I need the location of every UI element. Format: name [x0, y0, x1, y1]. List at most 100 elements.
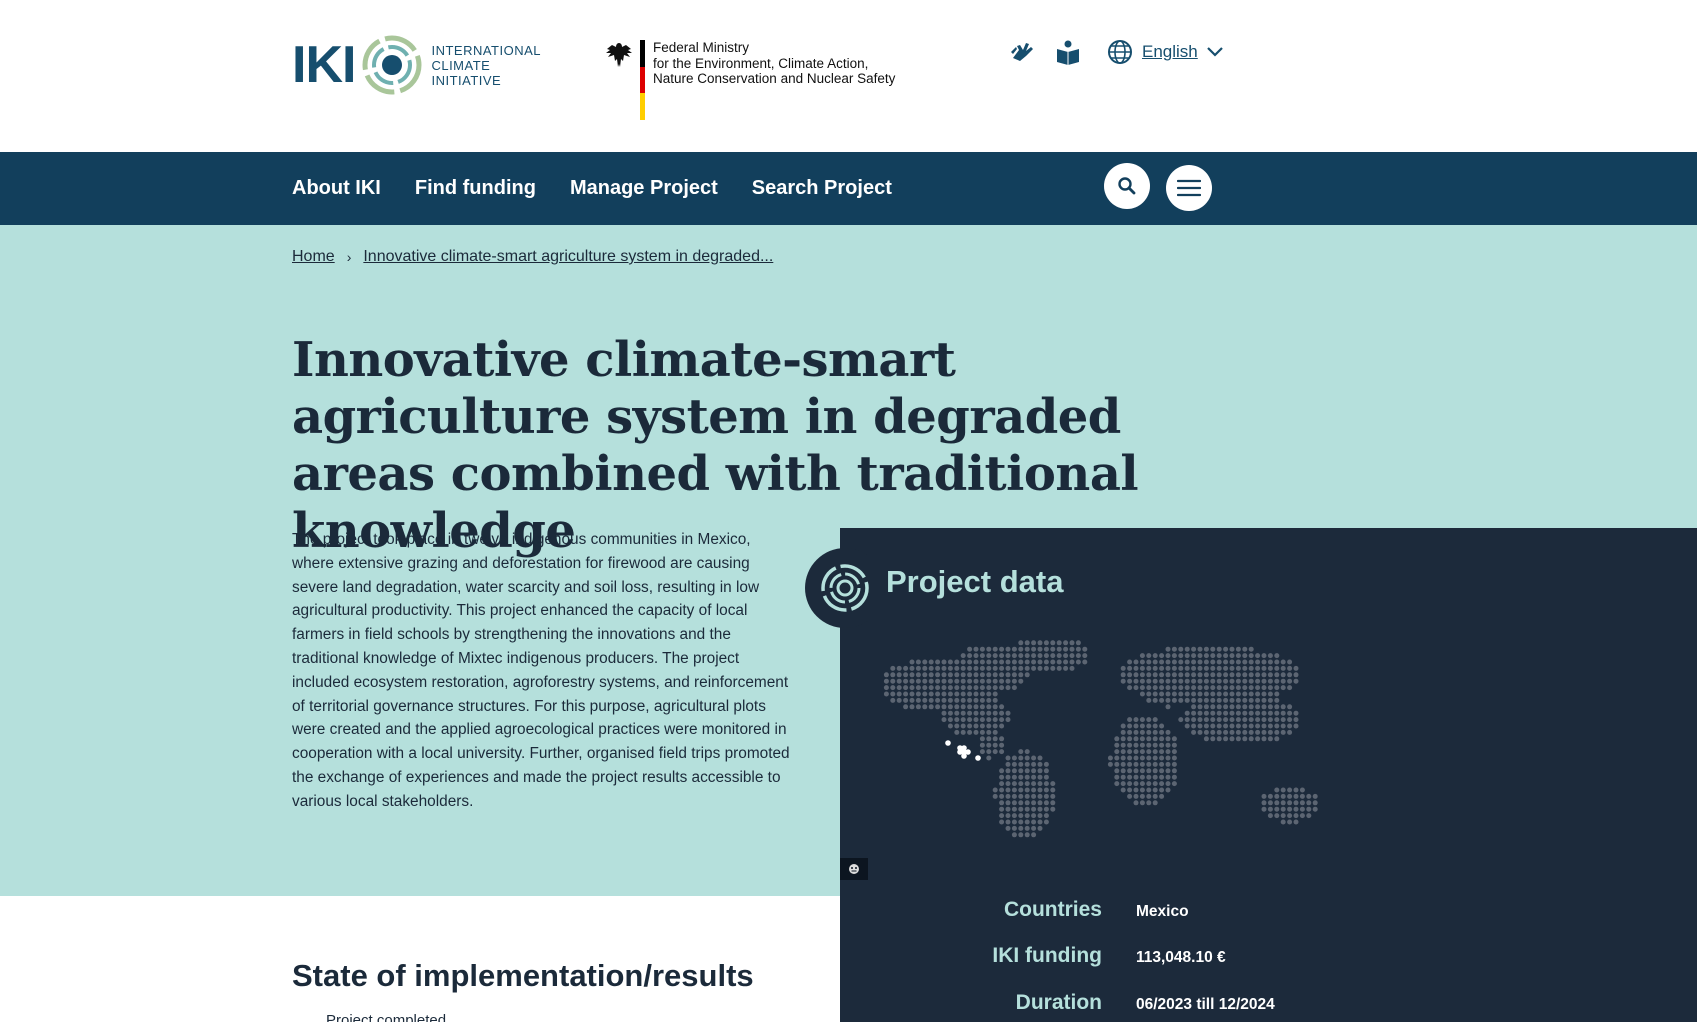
map-dot [1287, 672, 1293, 678]
map-dot [890, 697, 896, 703]
map-dot [986, 685, 992, 691]
map-dot [1287, 710, 1293, 716]
map-dot [1133, 729, 1139, 735]
map-dot [973, 697, 979, 703]
map-dot [1005, 672, 1011, 678]
map-dot [1120, 723, 1126, 729]
map-dot [928, 678, 934, 684]
map-dot [1203, 646, 1209, 652]
map-dot [1293, 819, 1299, 825]
easy-language-icon[interactable] [1054, 38, 1082, 66]
map-dot [947, 672, 953, 678]
map-dot [1120, 736, 1126, 742]
nav-item-about-iki[interactable]: About IKI [292, 177, 381, 200]
map-dot [979, 665, 985, 671]
map-dot [1069, 653, 1075, 659]
breadcrumb-home-link[interactable]: Home [292, 248, 335, 266]
map-dot [1223, 697, 1229, 703]
map-dot [1242, 704, 1248, 710]
map-dot [1011, 781, 1017, 787]
map-dot [1242, 672, 1248, 678]
map-dot [941, 691, 947, 697]
map-dot [1229, 697, 1235, 703]
map-dot [1235, 729, 1241, 735]
map-dot [1050, 646, 1056, 652]
iki-logo[interactable]: IKI INTERNATIONAL CLIMATE INITIATIVE [292, 34, 541, 96]
nav-item-search-project[interactable]: Search Project [752, 177, 892, 200]
map-dot [922, 678, 928, 684]
map-dot [1255, 659, 1261, 665]
map-dot [1242, 736, 1248, 742]
breadcrumb-current-link[interactable]: Innovative climate-smart agriculture sys… [363, 248, 773, 266]
map-dot [1031, 787, 1037, 793]
map-dot [1191, 646, 1197, 652]
map-dot [1280, 723, 1286, 729]
map-dot [1024, 646, 1030, 652]
map-dot [1210, 729, 1216, 735]
map-dot [947, 659, 953, 665]
map-dot [1127, 665, 1133, 671]
map-dot [1165, 704, 1171, 710]
map-dot [1165, 742, 1171, 748]
map-dot [1069, 646, 1075, 652]
map-dot [1159, 781, 1165, 787]
map-dot [954, 704, 960, 710]
ministry-logo[interactable]: Federal Ministry for the Environment, Cl… [604, 40, 895, 121]
map-dot [1146, 800, 1152, 806]
map-dot [1261, 659, 1267, 665]
map-dot [909, 672, 915, 678]
map-dot [1293, 800, 1299, 806]
map-dot [1216, 710, 1222, 716]
map-dot [999, 813, 1005, 819]
map-dot [1223, 736, 1229, 742]
map-dot [1011, 819, 1017, 825]
language-selector[interactable]: English [1106, 38, 1224, 66]
map-dot [979, 685, 985, 691]
menu-button[interactable] [1166, 165, 1212, 211]
map-dot [1248, 717, 1254, 723]
map-dot [1005, 793, 1011, 799]
map-dot [1203, 697, 1209, 703]
map-dot [1011, 832, 1017, 838]
search-button[interactable] [1104, 163, 1150, 209]
map-dot [1043, 813, 1049, 819]
map-dot [1024, 793, 1030, 799]
map-visibility-toggle[interactable] [840, 858, 868, 880]
map-dot [954, 697, 960, 703]
map-dot [1018, 653, 1024, 659]
nav-item-manage-project[interactable]: Manage Project [570, 177, 718, 200]
map-dot [1261, 678, 1267, 684]
map-dot [947, 691, 953, 697]
results-status: Project completed [326, 1012, 447, 1022]
map-dot [1197, 678, 1203, 684]
map-dot [903, 665, 909, 671]
map-dot [1274, 697, 1280, 703]
map-dot [1306, 793, 1312, 799]
map-dot [992, 659, 998, 665]
map-dot [1133, 755, 1139, 761]
project-data-row-funding: IKI funding 113,048.10 € [840, 944, 1697, 968]
map-dot [1114, 736, 1120, 742]
map-dot [922, 672, 928, 678]
map-dot [1024, 665, 1030, 671]
map-dot [1223, 659, 1229, 665]
map-dot [1235, 678, 1241, 684]
map-dot [1165, 749, 1171, 755]
map-dot [960, 717, 966, 723]
map-dot [1216, 729, 1222, 735]
map-dot [922, 659, 928, 665]
map-dot [1037, 800, 1043, 806]
map-dot [1024, 781, 1030, 787]
map-dot [1043, 774, 1049, 780]
nav-item-find-funding[interactable]: Find funding [415, 177, 536, 200]
map-dot [1133, 793, 1139, 799]
map-dot [1031, 781, 1037, 787]
duration-label: Duration [1015, 991, 1102, 1014]
map-dot [1229, 704, 1235, 710]
sign-language-icon[interactable] [1008, 38, 1036, 66]
map-dot [1267, 704, 1273, 710]
map-dot [1165, 653, 1171, 659]
map-dot [1146, 717, 1152, 723]
map-dot [954, 729, 960, 735]
map-dot [1242, 659, 1248, 665]
